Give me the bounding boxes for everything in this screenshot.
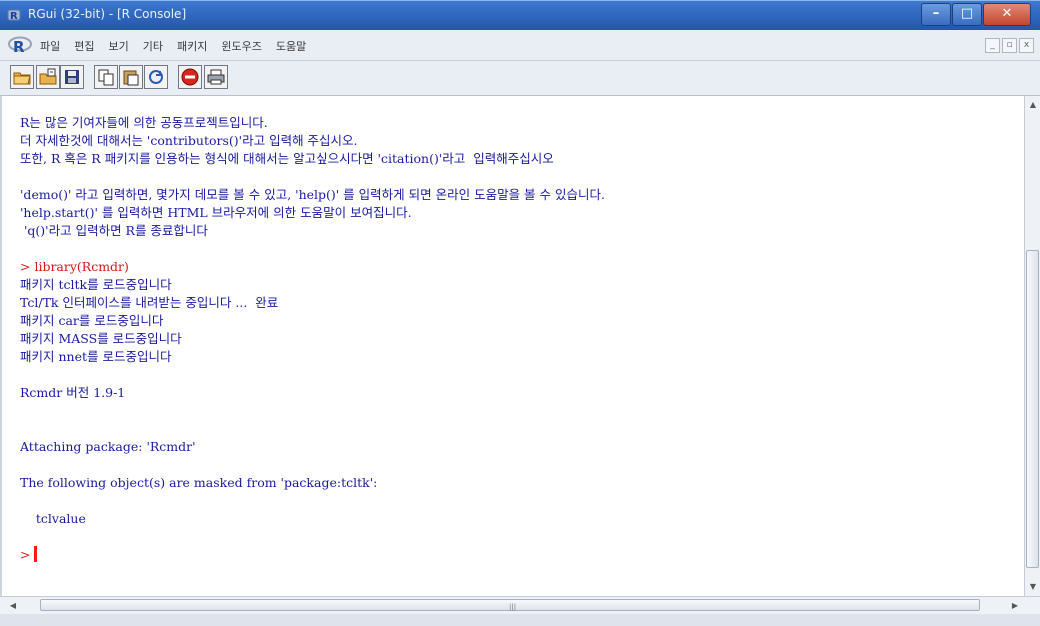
console-output-line: 패키지 car를 로드중입니다 — [20, 313, 164, 328]
toolbar — [0, 61, 1040, 96]
console-output-line: Rcmdr 버전 1.9-1 — [20, 385, 126, 400]
load-workspace-icon — [39, 68, 57, 85]
console-command-line: > library(Rcmdr) — [20, 259, 129, 274]
menu-item[interactable]: 기타 — [143, 38, 163, 54]
scroll-left-icon[interactable]: ◀ — [8, 601, 18, 610]
menu-item[interactable]: 보기 — [109, 38, 129, 54]
paste-button[interactable] — [119, 65, 143, 89]
print-button[interactable] — [204, 65, 228, 89]
console-output-line: R는 많은 기여자들에 의한 공동프로젝트입니다. — [20, 115, 268, 130]
horizontal-scroll-thumb[interactable]: ||| — [40, 599, 980, 611]
vertical-scrollbar[interactable]: ▲ ▼ — [1024, 96, 1040, 596]
r-console[interactable]: R는 많은 기여자들에 의한 공동프로젝트입니다. 더 자세한것에 대해서는 'c… — [0, 96, 1026, 596]
mdi-close-button[interactable]: x — [1019, 38, 1034, 53]
menu-item[interactable]: 파일 — [40, 38, 60, 54]
r-logo-icon: R — [8, 36, 32, 54]
console-output-line: 'demo()' 라고 입력하면, 몇가지 데모를 볼 수 있고, 'help(… — [20, 187, 605, 202]
grip-icon: ||| — [509, 603, 517, 611]
status-bar — [0, 614, 1040, 626]
stop-icon — [181, 68, 199, 86]
console-output-line: 패키지 MASS를 로드중입니다 — [20, 331, 182, 346]
close-button[interactable]: ✕ — [983, 3, 1031, 26]
horizontal-scrollbar[interactable]: ◀ ||| ▶ — [0, 596, 1040, 615]
console-output-line: 패키지 tcltk를 로드중입니다 — [20, 277, 172, 292]
title-bar[interactable]: R RGui (32-bit) - [R Console] – □ ✕ — [0, 0, 1040, 30]
svg-text:R: R — [10, 11, 18, 22]
console-output: R는 많은 기여자들에 의한 공동프로젝트입니다. 더 자세한것에 대해서는 'c… — [20, 114, 1020, 564]
open-folder-icon — [13, 72, 31, 85]
vertical-scroll-thumb[interactable] — [1026, 250, 1039, 568]
scroll-up-icon[interactable]: ▲ — [1025, 100, 1040, 109]
maximize-button[interactable]: □ — [952, 3, 982, 26]
paste-icon — [123, 70, 139, 86]
menu-items: 파일 편집 보기 기타 패키지 윈도우즈 도움말 — [40, 38, 306, 54]
scroll-down-icon[interactable]: ▼ — [1025, 582, 1040, 591]
mdi-minimize-button[interactable]: _ — [985, 38, 1000, 53]
load-workspace-button[interactable] — [36, 65, 60, 89]
svg-text:R: R — [13, 38, 25, 54]
menu-item[interactable]: 윈도우즈 — [221, 38, 261, 54]
menu-item[interactable]: 도움말 — [276, 38, 306, 54]
console-output-line: 또한, R 혹은 R 패키지를 인용하는 형식에 대해서는 알고싶으시다면 'c… — [20, 151, 554, 166]
console-output-line: 더 자세한것에 대해서는 'contributors()'라고 입력해 주십시오… — [20, 133, 358, 148]
console-output-line: The following object(s) are masked from … — [20, 475, 378, 490]
text-cursor — [34, 546, 38, 562]
copy-paste-button[interactable] — [144, 65, 168, 89]
console-output-line: 'q()'라고 입력하면 R를 종료합니다 — [20, 223, 208, 238]
console-output-line: 'help.start()' 를 입력하면 HTML 브라우저에 의한 도움말이… — [20, 205, 412, 220]
print-icon — [207, 69, 225, 85]
console-output-line: tclvalue — [20, 511, 86, 526]
scroll-right-icon[interactable]: ▶ — [1010, 601, 1020, 610]
menu-item[interactable]: 편집 — [74, 38, 94, 54]
mdi-restore-button[interactable]: ▫ — [1002, 38, 1017, 53]
copy-button[interactable] — [94, 65, 118, 89]
console-output-line: Attaching package: 'Rcmdr' — [20, 439, 196, 454]
save-icon — [65, 70, 79, 84]
copy-paste-icon — [149, 70, 163, 84]
mdi-controls: _ ▫ x — [985, 38, 1034, 53]
menu-bar: R 파일 편집 보기 기타 패키지 윈도우즈 도움말 _ ▫ x — [0, 30, 1040, 61]
minimize-button[interactable]: – — [921, 3, 951, 26]
stop-button[interactable] — [178, 65, 202, 89]
r-app-icon: R — [7, 9, 21, 22]
console-prompt-line[interactable]: > — [20, 546, 1020, 564]
menu-item[interactable]: 패키지 — [177, 38, 207, 54]
console-prompt: > — [20, 547, 31, 562]
copy-icon — [98, 69, 114, 86]
save-button[interactable] — [60, 65, 84, 89]
window-title: RGui (32-bit) - [R Console] — [28, 7, 187, 21]
open-script-button[interactable] — [10, 65, 34, 89]
console-output-line: Tcl/Tk 인터페이스를 내려받는 중입니다 ... 완료 — [20, 295, 279, 310]
console-output-line: 패키지 nnet를 로드중입니다 — [20, 349, 172, 364]
